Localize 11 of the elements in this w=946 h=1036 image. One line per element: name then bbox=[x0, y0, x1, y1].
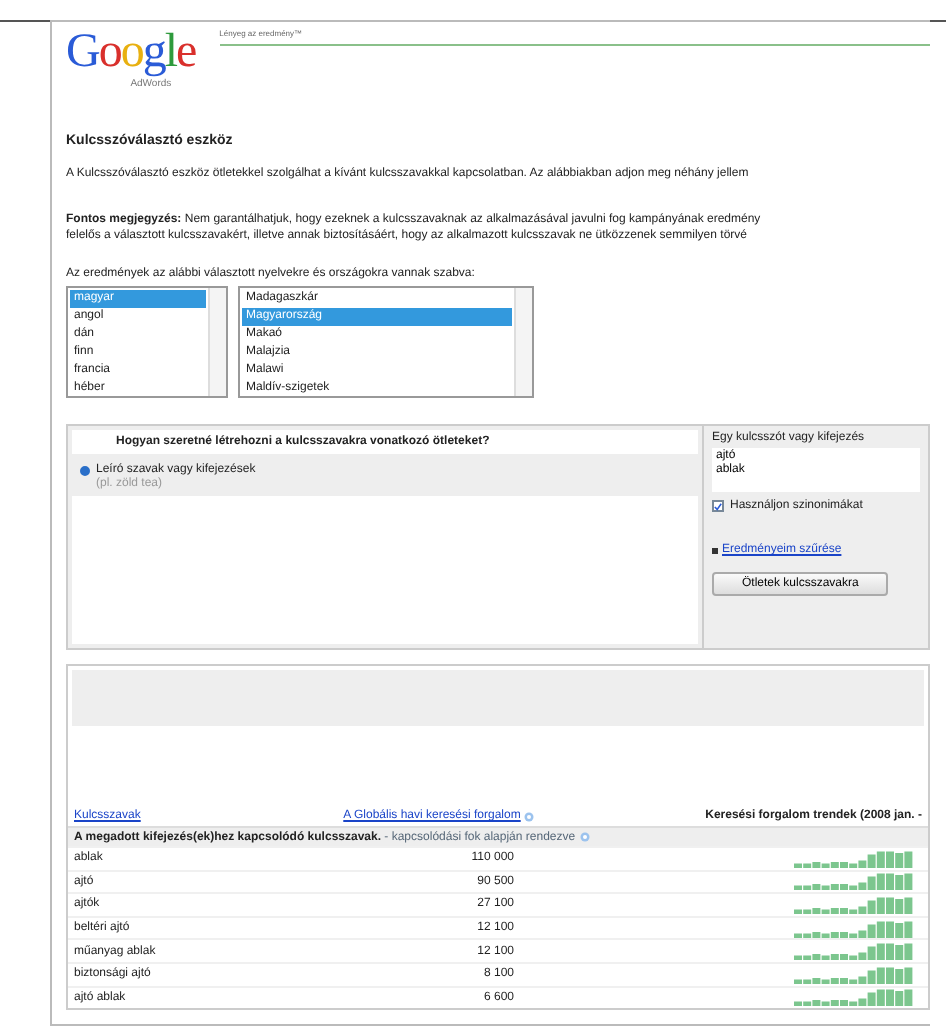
bullet-icon bbox=[712, 547, 718, 553]
trend-sparkline bbox=[794, 988, 914, 1007]
trend-sparkline bbox=[794, 872, 914, 891]
logo: Google bbox=[66, 30, 196, 74]
trend-sparkline bbox=[794, 849, 914, 868]
trend-sparkline bbox=[794, 895, 914, 914]
trend-sparkline bbox=[794, 942, 914, 961]
trend-sparkline bbox=[794, 965, 914, 984]
synonyms-checkbox[interactable] bbox=[712, 500, 724, 512]
trend-sparkline bbox=[794, 919, 914, 938]
radio-button[interactable] bbox=[80, 465, 90, 475]
